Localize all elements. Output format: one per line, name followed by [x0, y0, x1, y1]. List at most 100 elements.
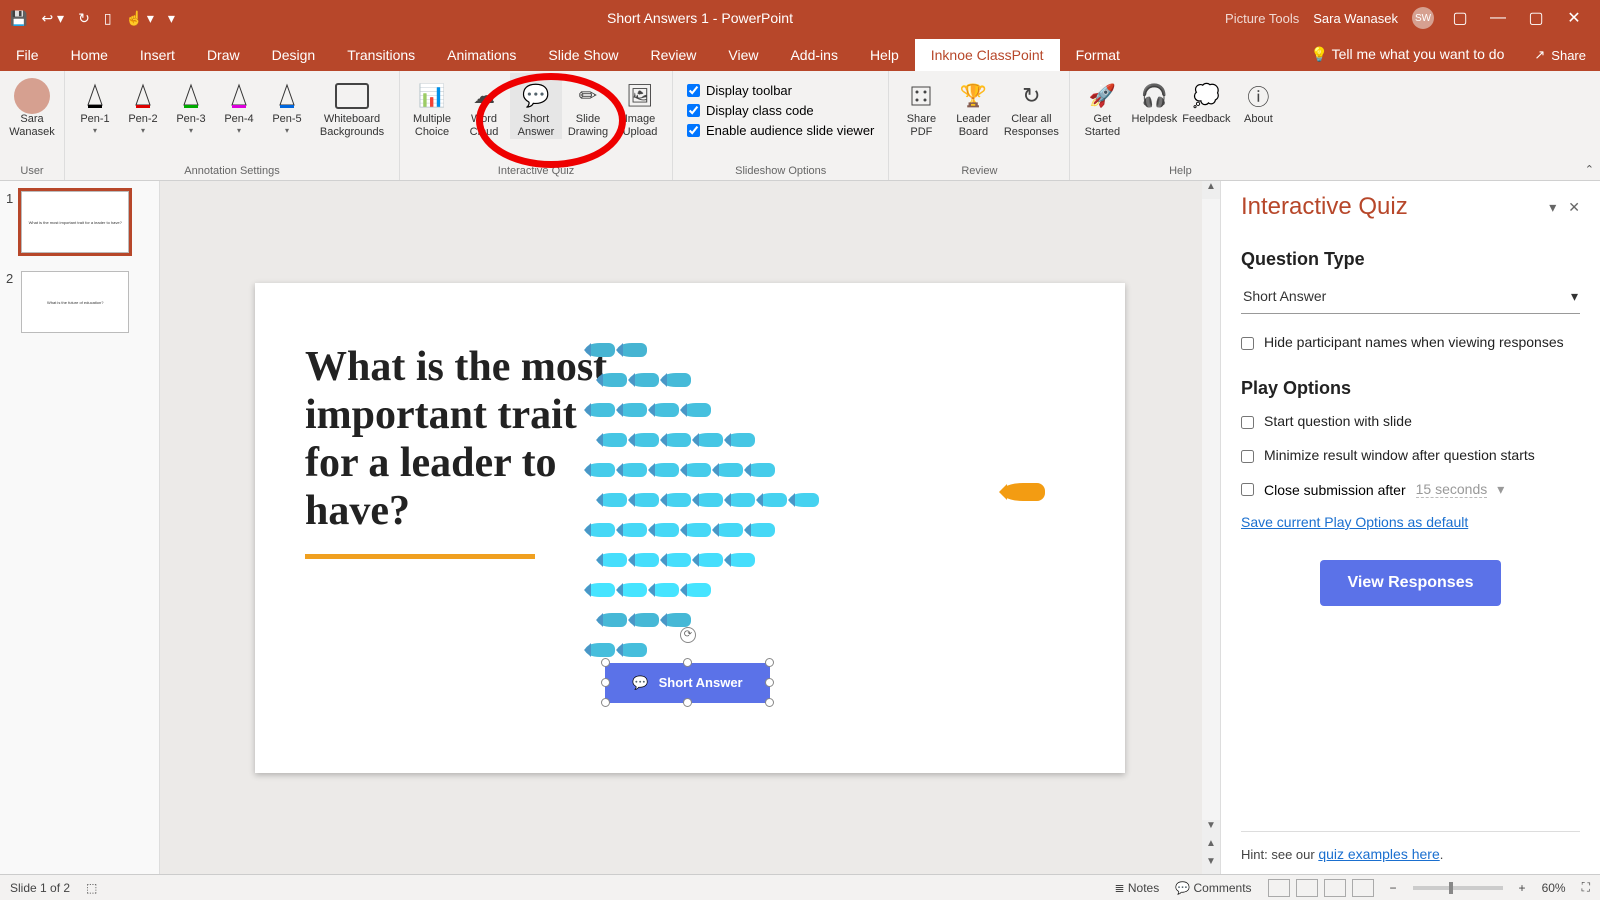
selection-handle[interactable]: [601, 658, 610, 667]
short-answer[interactable]: 💬Short Answer: [510, 73, 562, 139]
rotation-handle[interactable]: ⟳: [680, 627, 696, 643]
qat-more-icon[interactable]: ▾: [168, 10, 175, 27]
present-icon[interactable]: ▯: [104, 10, 112, 27]
group-review: Review: [895, 165, 1063, 180]
save-icon[interactable]: 💾: [10, 10, 27, 27]
pen-4[interactable]: Pen-4▾: [215, 73, 263, 135]
view-responses-button[interactable]: View Responses: [1320, 560, 1502, 606]
helpdesk[interactable]: 🎧Helpdesk: [1128, 73, 1180, 126]
pen-5[interactable]: Pen-5▾: [263, 73, 311, 135]
zoom-out-icon[interactable]: −: [1390, 881, 1397, 895]
multiple-choice[interactable]: 📊Multiple Choice: [406, 73, 458, 139]
slide-canvas[interactable]: What is the most important trait for a l…: [160, 181, 1220, 874]
hide-names-checkbox[interactable]: [1241, 337, 1254, 350]
redo-icon[interactable]: ↻: [78, 10, 90, 27]
ribbon: Sara Wanasek User Pen-1▾ Pen-2▾ Pen-3▾ P…: [0, 71, 1600, 181]
share-pdf[interactable]: Share PDF: [895, 73, 947, 139]
share-button[interactable]: ↗ Share: [1520, 39, 1600, 71]
display-classcode-checkbox[interactable]: Display class code: [687, 103, 874, 118]
fish-school-graphic: [585, 343, 935, 693]
tab-classpoint[interactable]: Inknoe ClassPoint: [915, 39, 1060, 71]
whiteboard-backgrounds[interactable]: Whiteboard Backgrounds: [311, 73, 393, 139]
tab-animations[interactable]: Animations: [431, 39, 532, 71]
tab-transitions[interactable]: Transitions: [331, 39, 431, 71]
slide-drawing[interactable]: ✏Slide Drawing: [562, 73, 614, 139]
minimize-window-checkbox[interactable]: [1241, 450, 1254, 463]
collapse-ribbon-icon[interactable]: ⌃: [1585, 163, 1594, 176]
tab-review[interactable]: Review: [634, 39, 712, 71]
about[interactable]: ⓘAbout: [1232, 73, 1284, 126]
selection-handle[interactable]: [765, 678, 774, 687]
maximize-button[interactable]: ▢: [1524, 8, 1548, 28]
next-slide-icon[interactable]: ▼: [1202, 856, 1220, 874]
pen-2[interactable]: Pen-2▾: [119, 73, 167, 135]
ribbon-tabs: File Home Insert Draw Design Transitions…: [0, 36, 1600, 71]
sorter-view-icon[interactable]: [1296, 879, 1318, 897]
thumbnail-2[interactable]: What is the future of education?: [21, 271, 129, 333]
close-button[interactable]: ✕: [1562, 8, 1586, 28]
notes-button[interactable]: ≣ Notes: [1114, 881, 1159, 895]
selection-handle[interactable]: [601, 698, 610, 707]
close-submission-checkbox[interactable]: [1241, 483, 1254, 496]
accessibility-icon[interactable]: ⬚: [86, 881, 97, 895]
tab-insert[interactable]: Insert: [124, 39, 191, 71]
reading-view-icon[interactable]: [1324, 879, 1346, 897]
tab-design[interactable]: Design: [256, 39, 332, 71]
question-type-select[interactable]: Short Answer ▾: [1241, 284, 1580, 314]
thumb-number: 1: [6, 191, 13, 253]
slide[interactable]: What is the most important trait for a l…: [255, 283, 1125, 773]
selection-handle[interactable]: [765, 698, 774, 707]
quiz-examples-link[interactable]: quiz examples here: [1318, 846, 1439, 862]
user-button[interactable]: Sara Wanasek: [6, 73, 58, 139]
scroll-up-icon[interactable]: ▲: [1202, 181, 1220, 199]
get-started[interactable]: 🚀Get Started: [1076, 73, 1128, 139]
zoom-level[interactable]: 60%: [1542, 881, 1566, 895]
leader-board[interactable]: 🏆Leader Board: [947, 73, 999, 139]
selection-handle[interactable]: [765, 658, 774, 667]
selection-handle[interactable]: [683, 658, 692, 667]
feedback[interactable]: 💭Feedback: [1180, 73, 1232, 126]
pen-1[interactable]: Pen-1▾: [71, 73, 119, 135]
slideshow-view-icon[interactable]: [1352, 879, 1374, 897]
zoom-slider[interactable]: [1413, 886, 1503, 890]
audience-viewer-checkbox[interactable]: Enable audience slide viewer: [687, 123, 874, 138]
user-avatar[interactable]: SW: [1412, 7, 1434, 29]
tab-draw[interactable]: Draw: [191, 39, 256, 71]
pen-3[interactable]: Pen-3▾: [167, 73, 215, 135]
selection-handle[interactable]: [601, 678, 610, 687]
image-upload[interactable]: 🖼Image Upload: [614, 73, 666, 139]
short-answer-object[interactable]: 💬 Short Answer: [605, 663, 770, 703]
prev-slide-icon[interactable]: ▲: [1202, 838, 1220, 856]
tell-me[interactable]: 💡 Tell me what you want to do: [1295, 38, 1521, 71]
word-cloud[interactable]: ☁Word Cloud: [458, 73, 510, 139]
thumbnail-1[interactable]: What is the most important trait for a l…: [21, 191, 129, 253]
vertical-scrollbar[interactable]: ▲ ▼ ▲ ▼: [1202, 181, 1220, 874]
minimize-button[interactable]: ―: [1486, 9, 1510, 27]
panel-options-icon[interactable]: ▾: [1549, 199, 1556, 216]
scroll-down-icon[interactable]: ▼: [1202, 820, 1220, 838]
touch-icon[interactable]: ☝ ▾: [126, 10, 154, 27]
undo-icon[interactable]: ↩ ▾: [41, 10, 64, 27]
tab-file[interactable]: File: [0, 39, 55, 71]
comments-button[interactable]: 💬 Comments: [1175, 881, 1251, 895]
ribbon-options-button[interactable]: ▢: [1448, 8, 1472, 28]
clear-responses[interactable]: ↻Clear all Responses: [999, 73, 1063, 139]
panel-close-icon[interactable]: ✕: [1568, 199, 1580, 216]
save-defaults-link[interactable]: Save current Play Options as default: [1241, 514, 1580, 530]
slide-indicator[interactable]: Slide 1 of 2: [10, 881, 70, 895]
start-with-slide-checkbox[interactable]: [1241, 416, 1254, 429]
tab-help[interactable]: Help: [854, 39, 915, 71]
tab-format[interactable]: Format: [1060, 39, 1136, 71]
user-name[interactable]: Sara Wanasek: [1313, 11, 1398, 26]
normal-view-icon[interactable]: [1268, 879, 1290, 897]
tab-view[interactable]: View: [712, 39, 774, 71]
zoom-in-icon[interactable]: +: [1519, 881, 1526, 895]
seconds-dropdown[interactable]: 15 seconds: [1416, 481, 1488, 498]
tab-slideshow[interactable]: Slide Show: [532, 39, 634, 71]
tab-addins[interactable]: Add-ins: [774, 39, 853, 71]
selection-handle[interactable]: [683, 698, 692, 707]
display-toolbar-checkbox[interactable]: Display toolbar: [687, 83, 874, 98]
tab-home[interactable]: Home: [55, 39, 124, 71]
fit-to-window-icon[interactable]: ⛶: [1582, 880, 1590, 895]
slide-heading: What is the most important trait for a l…: [305, 343, 625, 536]
